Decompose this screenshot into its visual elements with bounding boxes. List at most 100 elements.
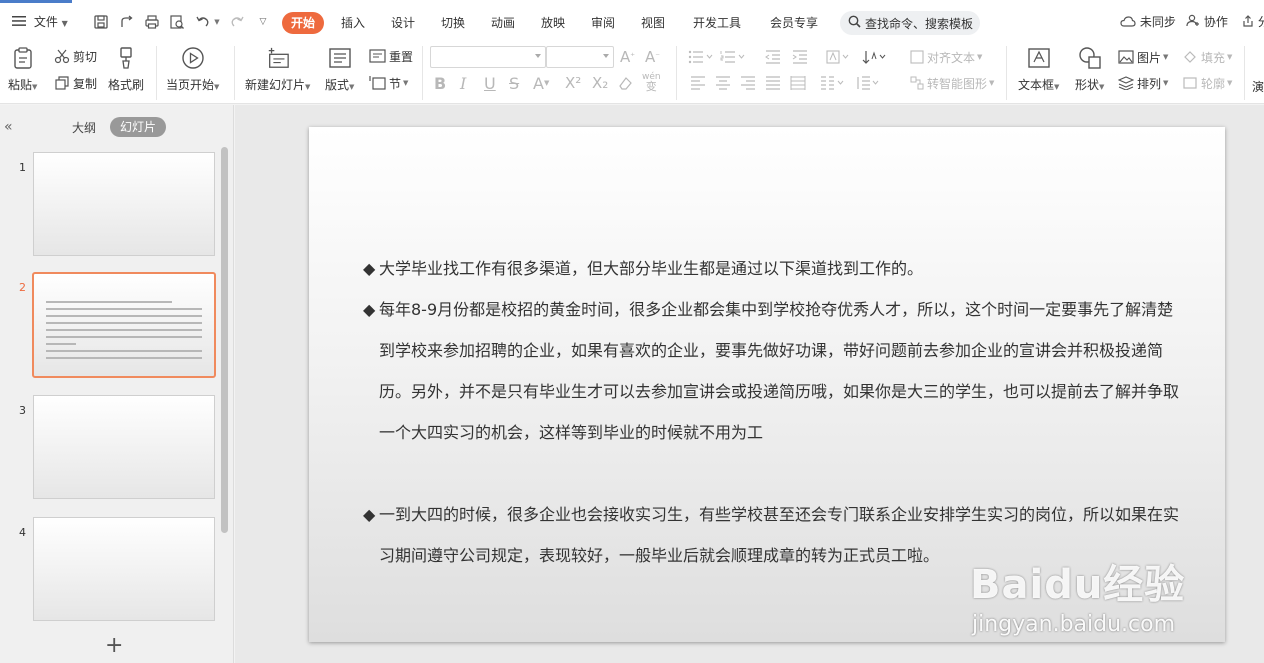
thumbnail-scrollbar[interactable]	[221, 147, 228, 533]
clear-format-icon[interactable]	[618, 73, 637, 93]
chevron-down-icon: ▼	[1099, 83, 1105, 91]
align-text-button[interactable]: 对齐文本 ▼	[910, 47, 982, 67]
share-button[interactable]: 分	[1242, 13, 1264, 31]
decrease-font-icon[interactable]: A ⁻	[645, 47, 660, 67]
section-label: 节	[389, 76, 402, 91]
align-center-icon[interactable]	[715, 73, 734, 93]
tab-insert[interactable]: 插入	[341, 12, 365, 34]
columns-icon[interactable]	[820, 73, 849, 93]
tab-transition[interactable]: 切换	[441, 12, 465, 34]
export-icon[interactable]	[118, 13, 136, 31]
tab-review[interactable]: 审阅	[591, 12, 615, 34]
arrange-button[interactable]: 排列 ▼	[1118, 73, 1168, 93]
file-menu[interactable]: 文件 ▼	[12, 13, 68, 31]
chevron-down-icon: ▼	[977, 53, 983, 61]
reset-icon	[369, 49, 386, 63]
outline-label: 轮廓	[1201, 76, 1226, 91]
tab-developer[interactable]: 开发工具	[693, 12, 741, 34]
tab-view[interactable]: 视图	[641, 12, 665, 34]
copy-button[interactable]: 复制	[54, 73, 97, 93]
collapse-panel-icon[interactable]: «	[4, 119, 13, 135]
bold-icon[interactable]: B	[434, 73, 446, 93]
tab-member[interactable]: 会员专享	[770, 12, 818, 34]
tab-slideshow[interactable]: 放映	[541, 12, 565, 34]
print-preview-icon[interactable]	[168, 13, 186, 31]
tab-outline[interactable]: 大纲	[72, 119, 96, 136]
bullet-paragraph-2[interactable]: ◆ 每年8-9月份都是校招的黄金时间，很多企业都会集中到学校抢夺优秀人才，所以，…	[363, 289, 1183, 453]
tab-slides[interactable]: 幻灯片	[110, 117, 167, 137]
italic-icon[interactable]: I	[460, 73, 466, 93]
align-right-icon[interactable]	[740, 73, 759, 93]
decrease-indent-icon[interactable]	[765, 47, 784, 67]
textbox-button[interactable]: 文本框▼	[1018, 46, 1059, 93]
layout-button[interactable]: 版式▼	[325, 46, 354, 93]
chevron-down-icon: ▼	[61, 19, 68, 28]
slide-thumbnail-2[interactable]	[32, 272, 216, 378]
sort-icon[interactable]	[862, 47, 891, 67]
bullet-list-icon[interactable]	[688, 47, 717, 67]
chevron-down-icon: ▼	[305, 83, 311, 91]
subscript-icon[interactable]: X₂	[592, 73, 608, 93]
picture-button[interactable]: 图片 ▼	[1118, 47, 1168, 67]
paste-button[interactable]: 粘贴▼	[8, 46, 37, 93]
share-icon	[1242, 14, 1254, 32]
ribbon-toolbar: 粘贴▼ 剪切 复制 格式刷 当页开始▼ 新建幻灯片▼ 版式▼ 重置 节 ▼ A …	[0, 42, 1264, 104]
convert-smartart-button[interactable]: 转智能图形 ▼	[910, 73, 994, 93]
redo-icon[interactable]	[228, 13, 246, 31]
tab-animation[interactable]: 动画	[491, 12, 515, 34]
start-from-current-button[interactable]: 当页开始▼	[166, 46, 219, 93]
text-direction-icon[interactable]	[826, 47, 855, 67]
reset-button[interactable]: 重置	[369, 46, 413, 66]
slide-thumbnail-3[interactable]	[33, 395, 215, 499]
section-icon	[369, 76, 386, 90]
increase-font-icon[interactable]: A ⁺	[620, 47, 635, 67]
convert-smartart-label: 转智能图形	[927, 76, 988, 91]
section-button[interactable]: 节 ▼	[369, 73, 408, 93]
add-slide-button[interactable]: +	[105, 635, 123, 657]
line-spacing-icon[interactable]	[855, 73, 884, 93]
command-search[interactable]: 查找命令、搜索模板	[840, 11, 980, 35]
shape-label: 形状	[1075, 78, 1100, 92]
tab-home[interactable]: 开始	[282, 12, 325, 34]
font-color-icon[interactable]: A ▼	[533, 73, 549, 93]
underline-icon[interactable]: U	[484, 73, 496, 93]
bullet-paragraph-1[interactable]: ◆ 大学毕业找工作有很多渠道，但大部分毕业生都是通过以下渠道找到工作的。	[363, 248, 1183, 289]
strikethrough-icon[interactable]: S	[509, 73, 519, 93]
increase-indent-icon[interactable]	[792, 47, 811, 67]
slide-number: 3	[19, 404, 26, 417]
textbox-label: 文本框	[1018, 78, 1055, 92]
slide-thumbnail-1[interactable]	[33, 152, 215, 256]
ribbon-divider	[156, 46, 157, 100]
numbered-list-icon[interactable]	[720, 47, 749, 67]
paragraph-text: 每年8-9月份都是校招的黄金时间，很多企业都会集中到学校抢夺优秀人才，所以，这个…	[379, 300, 1180, 442]
shape-button[interactable]: 形状▼	[1075, 46, 1104, 93]
customize-toolbar-icon[interactable]: ▽	[254, 13, 272, 31]
align-left-icon[interactable]	[690, 73, 709, 93]
slide-number: 1	[19, 161, 26, 174]
superscript-icon[interactable]: X²	[565, 73, 581, 93]
undo-dropdown-icon[interactable]: ▼	[212, 13, 222, 31]
sync-status[interactable]: 未同步	[1120, 13, 1176, 31]
undo-icon[interactable]	[194, 13, 212, 31]
baidu-jingyan-watermark: Baidu经验 jingyan.baidu.com	[970, 552, 1260, 662]
outline-button[interactable]: 轮廓 ▼	[1182, 73, 1232, 93]
new-slide-button[interactable]: 新建幻灯片▼	[245, 46, 310, 93]
tab-design[interactable]: 设计	[391, 12, 415, 34]
justify-icon[interactable]	[765, 73, 784, 93]
paste-label: 粘贴	[8, 78, 33, 92]
font-family-select[interactable]	[430, 46, 546, 68]
format-painter-button[interactable]: 格式刷	[108, 46, 144, 93]
format-painter-icon	[114, 46, 138, 70]
slide-thumbnail-4[interactable]	[33, 517, 215, 621]
demo-tool-button[interactable]: 演	[1252, 76, 1264, 96]
save-icon[interactable]	[92, 13, 110, 31]
phonetic-guide-icon[interactable]: wén 变	[642, 72, 661, 94]
font-size-select[interactable]	[546, 46, 614, 68]
distribute-icon[interactable]	[790, 73, 809, 93]
print-icon[interactable]	[143, 13, 161, 31]
fill-icon	[1184, 51, 1196, 63]
collaborate-button[interactable]: 协作	[1186, 13, 1228, 31]
fill-button[interactable]: 填充 ▼	[1182, 47, 1232, 67]
watermark-logo: Baidu经验	[970, 562, 1186, 608]
cut-button[interactable]: 剪切	[54, 46, 97, 66]
